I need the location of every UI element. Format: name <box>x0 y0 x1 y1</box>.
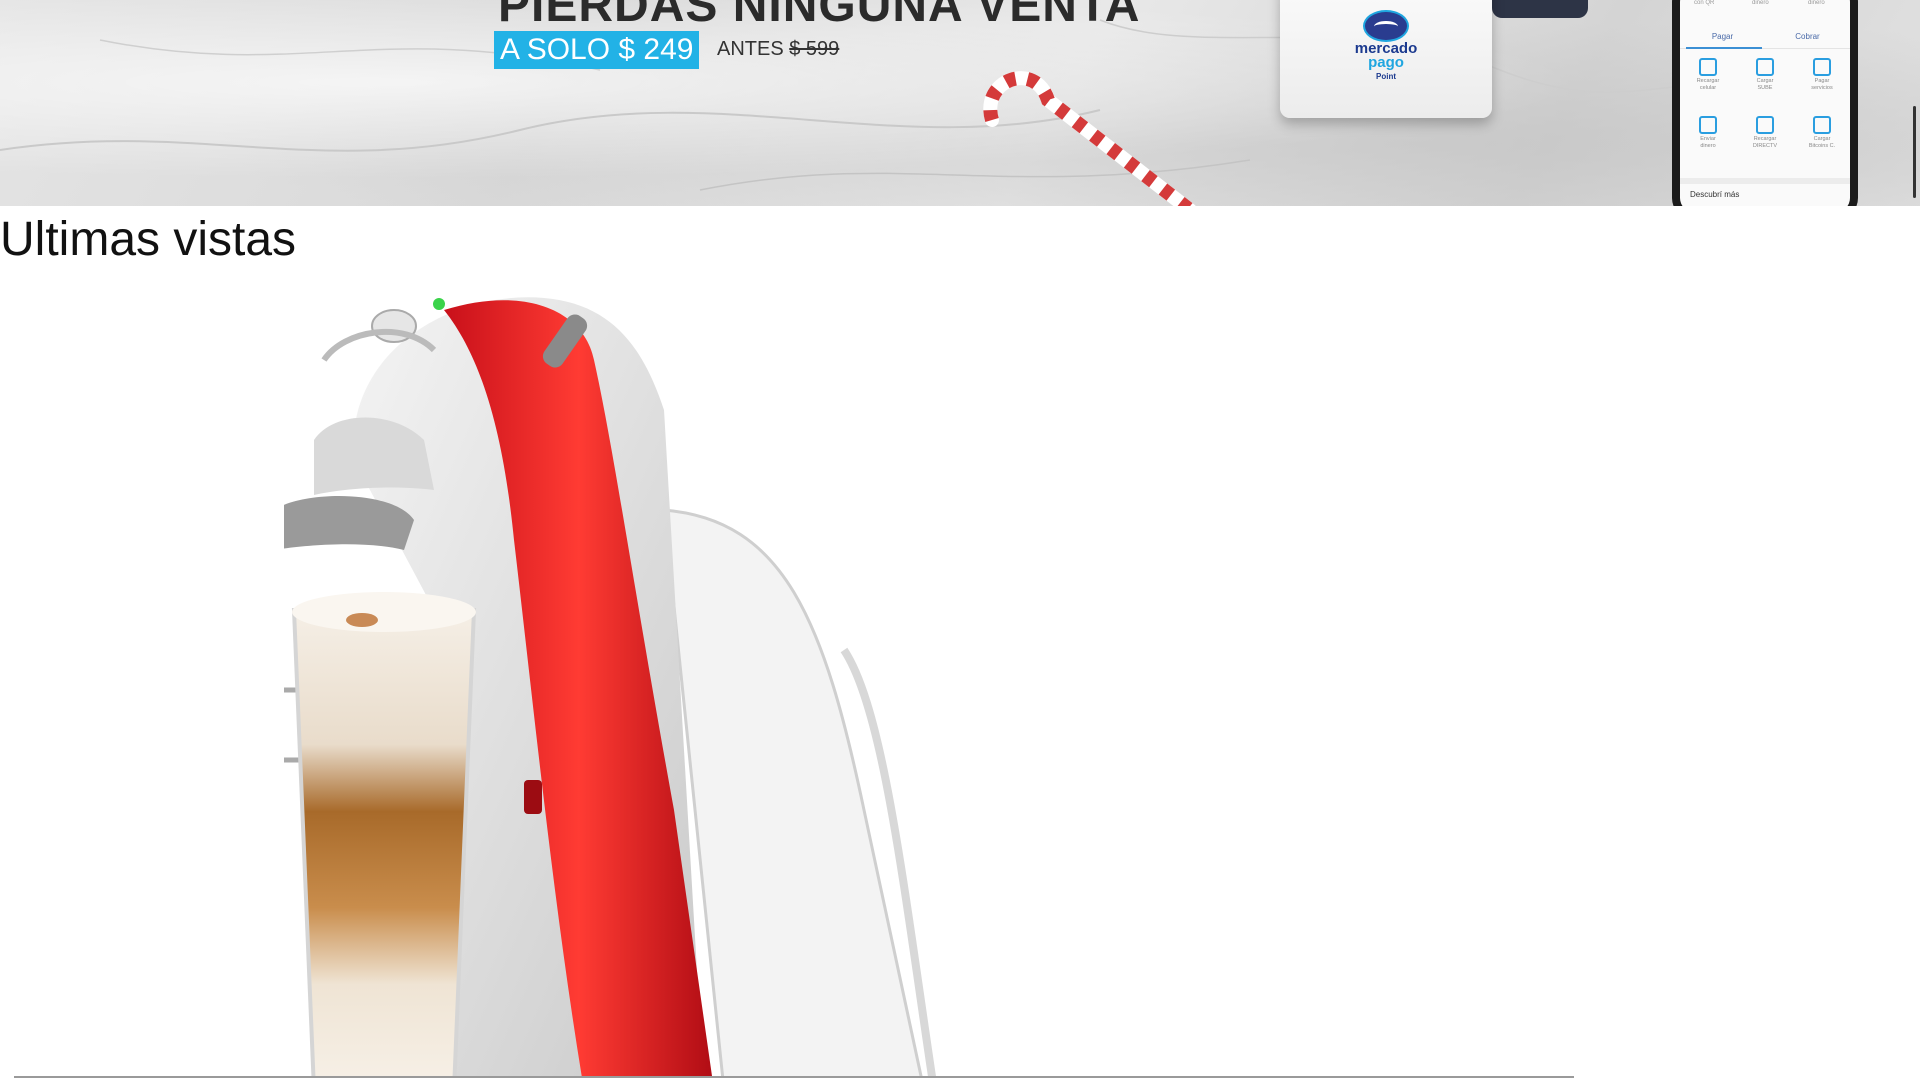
coffee-machine-image <box>284 297 936 1076</box>
section-title: Ultimas vistas <box>0 213 297 266</box>
candy-cane-image <box>983 71 1196 206</box>
phone-action-label: Cargar <box>1756 78 1774 84</box>
phone-screen: con QR dinero dinero Pagar Cobrar Recarg… <box>1680 0 1850 206</box>
price-before: ANTES $ 599 <box>717 38 839 61</box>
phone-top-label: con QR <box>1694 0 1715 6</box>
phone-action: Recargar celular <box>1680 50 1736 100</box>
card-icon <box>1756 58 1774 76</box>
price-before-value: $ 599 <box>789 38 840 60</box>
phone-discover-more: Descubrí más <box>1680 178 1850 206</box>
phone-action-label: celular <box>1699 85 1717 91</box>
phone-action: Cargar SUBE <box>1737 50 1793 100</box>
phone-action-label: Bitcoins C. <box>1808 143 1836 149</box>
phone-action-label: Cargar <box>1813 136 1831 142</box>
phone-action-label: servicios <box>1811 85 1833 91</box>
price-before-label: ANTES <box>717 38 784 60</box>
recently-viewed-product-card[interactable] <box>14 290 1574 1078</box>
phone-icon <box>1699 58 1717 76</box>
phone-action: Pagar servicios <box>1794 50 1850 100</box>
pos-device-image: mercado pago Point <box>1280 0 1492 118</box>
phone-action: Enviar dinero <box>1680 108 1736 158</box>
logo-text-2: pago <box>1368 54 1404 71</box>
phone-action-label: DIRECTV <box>1752 143 1778 149</box>
logo-text-3: Point <box>1376 72 1396 81</box>
phone-tabs: Pagar Cobrar <box>1680 28 1850 49</box>
phone-action-label: Recargar <box>1696 78 1720 84</box>
satellite-icon <box>1756 116 1774 134</box>
phone-action-label: SUBE <box>1757 85 1773 91</box>
phone-action-label: Recargar <box>1753 136 1777 142</box>
phone-action-label: Enviar <box>1700 136 1716 142</box>
bill-icon <box>1813 58 1831 76</box>
phone-action-label: Pagar <box>1814 78 1830 84</box>
phone-top-labels: con QR dinero dinero <box>1680 0 1850 14</box>
mercado-pago-logo: mercado pago Point <box>1350 10 1422 81</box>
phone-image: con QR dinero dinero Pagar Cobrar Recarg… <box>1672 0 1858 206</box>
phone-action: Recargar DIRECTV <box>1737 108 1793 158</box>
cup-icon <box>1813 116 1831 134</box>
phone-tab-indicator <box>1686 47 1762 49</box>
send-money-icon <box>1699 116 1717 134</box>
phone-top-label: dinero <box>1752 0 1769 6</box>
handshake-icon <box>1363 10 1409 42</box>
carousel-scrollbar[interactable] <box>1913 106 1916 198</box>
price-now-badge: A SOLO $ 249 <box>494 31 700 69</box>
promo-banner[interactable]: PIERDAS NINGUNA VENTA A SOLO $ 249 ANTES… <box>0 0 1920 206</box>
phone-action-label: dinero <box>1700 143 1716 149</box>
phone-top-label: dinero <box>1808 0 1825 6</box>
banner-headline: PIERDAS NINGUNA VENTA <box>498 0 1141 32</box>
phone-tab-cobrar: Cobrar <box>1795 32 1820 41</box>
pos-device-dark-part <box>1492 0 1588 18</box>
phone-tab-pagar: Pagar <box>1711 32 1734 41</box>
phone-action: Cargar Bitcoins C. <box>1794 108 1850 158</box>
